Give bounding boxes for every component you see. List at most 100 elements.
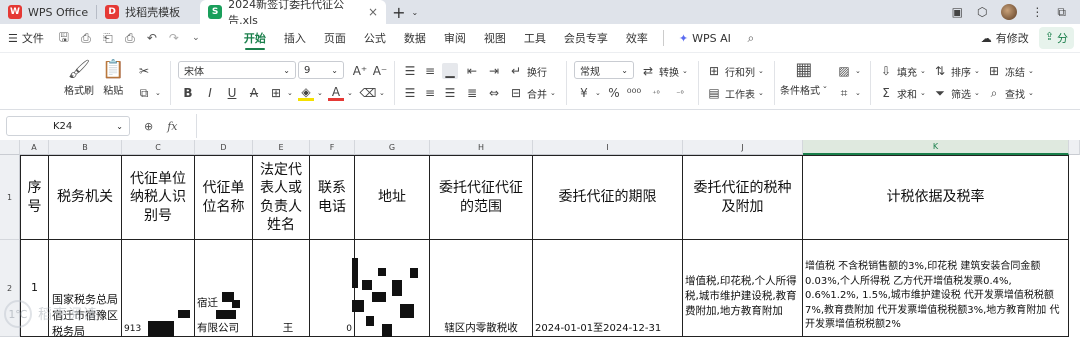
- bold-button[interactable]: B: [180, 85, 196, 101]
- menu-tab-efficiency[interactable]: 效率: [617, 24, 657, 52]
- sum-button[interactable]: Σ 求和 ⌄: [878, 85, 926, 101]
- more-icon[interactable]: ⋮: [1031, 5, 1043, 19]
- align-center-button[interactable]: ≡: [422, 85, 438, 101]
- column-header-e[interactable]: E: [253, 140, 310, 155]
- header-cell-taxpayer-id[interactable]: 代征单位纳税人识别号: [122, 155, 195, 240]
- data-cell-tax-types[interactable]: 增值税,印花税,个人所得税,城市维护建设税,教育费附加,地方教育附加: [683, 240, 803, 337]
- merge-button[interactable]: ⊟ 合并 ⌄: [508, 85, 556, 101]
- tab-spreadsheet-file[interactable]: S 2024新签订委托代征公告.xls ×: [200, 0, 387, 27]
- column-header-h[interactable]: H: [430, 140, 533, 155]
- align-right-button[interactable]: ☰: [442, 85, 458, 101]
- customize-chevron-icon[interactable]: ⌄: [185, 24, 207, 52]
- data-cell-basis[interactable]: 增值税 不含税销售额的3%,印花税 建筑安装合同金额0.03%,个人所得税 乙方…: [803, 240, 1069, 337]
- conditional-format-button[interactable]: ▦ 条件格式 ⌄: [780, 59, 828, 97]
- paste-button[interactable]: 📋 粘贴: [102, 59, 124, 97]
- distribute-button[interactable]: ⇔: [486, 85, 502, 101]
- increase-decimal-button[interactable]: ⁺⁰: [648, 85, 664, 101]
- align-middle-button[interactable]: ≡: [422, 63, 438, 79]
- strikethrough-button[interactable]: A: [246, 85, 262, 101]
- cut-button[interactable]: ✂: [136, 63, 152, 79]
- currency-button[interactable]: ¥ ⌄: [576, 85, 601, 101]
- menu-tab-formula[interactable]: 公式: [355, 24, 395, 52]
- header-cell-tax-office[interactable]: 税务机关: [49, 155, 122, 240]
- header-cell-period[interactable]: 委托代征的期限: [533, 155, 683, 240]
- formula-input[interactable]: [196, 114, 1080, 138]
- menu-tab-view[interactable]: 视图: [475, 24, 515, 52]
- print-icon[interactable]: ⎙: [119, 24, 141, 52]
- tab-wps-office[interactable]: W WPS Office: [0, 0, 96, 24]
- header-cell-scope[interactable]: 委托代征代征的范围: [430, 155, 533, 240]
- column-header-i[interactable]: I: [533, 140, 683, 155]
- cube-icon[interactable]: ⬡: [977, 5, 987, 19]
- wps-ai-button[interactable]: ✦ WPS AI: [670, 24, 740, 52]
- cell-style-button[interactable]: ▨ ⌄: [836, 63, 861, 79]
- justify-button[interactable]: ≣: [464, 85, 480, 101]
- header-cell-seq[interactable]: 序号: [20, 155, 49, 240]
- percent-button[interactable]: %: [606, 85, 622, 101]
- select-all-corner[interactable]: [0, 140, 20, 155]
- data-cell-unit-name[interactable]: 宿迁 有限公司: [195, 240, 253, 337]
- fill-color-button[interactable]: ◈ ⌄: [298, 85, 323, 101]
- fx-icon[interactable]: fx: [167, 120, 177, 133]
- menu-tab-page[interactable]: 页面: [315, 24, 355, 52]
- number-format-select[interactable]: 常规 ⌄: [574, 61, 634, 79]
- align-right-indent-button[interactable]: ⇥: [486, 63, 502, 79]
- share-button[interactable]: ⇪ 分: [1038, 27, 1074, 49]
- header-cell-unit-name[interactable]: 代征单位名称: [195, 155, 253, 240]
- fill-button[interactable]: ⇩ 填充 ⌄: [878, 63, 926, 79]
- column-header-f[interactable]: F: [310, 140, 355, 155]
- header-cell-basis[interactable]: 计税依据及税率: [803, 155, 1069, 240]
- align-top-button[interactable]: ☰: [402, 63, 418, 79]
- sort-button[interactable]: ⇅ 排序 ⌄: [932, 63, 980, 79]
- convert-button[interactable]: ⇄ 转换 ⌄: [640, 63, 688, 79]
- search-icon[interactable]: ⌕: [740, 24, 762, 52]
- header-cell-tax-types[interactable]: 委托代征的税种及附加: [683, 155, 803, 240]
- wrap-text-button[interactable]: ↵ 换行: [508, 63, 547, 79]
- align-left-indent-button[interactable]: ⇤: [464, 63, 480, 79]
- shrink-font-button[interactable]: A⁻: [372, 63, 388, 79]
- freeze-button[interactable]: ⊞ 冻结 ⌄: [986, 63, 1034, 79]
- clear-button[interactable]: ⌫ ⌄: [360, 85, 385, 101]
- decrease-decimal-button[interactable]: ⁻⁰: [672, 85, 688, 101]
- column-header-d[interactable]: D: [195, 140, 253, 155]
- data-cell-phone[interactable]: 0: [310, 240, 355, 337]
- close-tab-icon[interactable]: ×: [368, 5, 378, 19]
- header-cell-phone[interactable]: 联系电话: [310, 155, 355, 240]
- save-icon[interactable]: 🖫: [53, 24, 75, 52]
- italic-button[interactable]: I: [202, 85, 218, 101]
- layout-icon[interactable]: ▣: [952, 5, 963, 19]
- avatar[interactable]: [1001, 4, 1018, 20]
- find-button[interactable]: ⌕ 查找 ⌄: [986, 85, 1034, 101]
- file-menu[interactable]: ☰ 文件: [0, 24, 53, 52]
- has-changes-button[interactable]: ☁ 有修改: [981, 24, 1029, 52]
- name-box[interactable]: K24 ⌄: [6, 116, 130, 136]
- column-header-k[interactable]: K: [803, 140, 1069, 155]
- filter-button[interactable]: ⏷ 筛选 ⌄: [932, 85, 980, 101]
- font-color-button[interactable]: A ⌄: [328, 85, 353, 101]
- grow-font-button[interactable]: A⁺: [352, 63, 368, 79]
- menu-tab-start[interactable]: 开始: [235, 24, 275, 52]
- undo-icon[interactable]: ↶: [141, 24, 163, 52]
- tab-docer-templates[interactable]: D 找稻壳模板: [97, 0, 200, 24]
- data-cell-period[interactable]: 2024-01-01至2024-12-31: [533, 240, 683, 337]
- menu-tab-member[interactable]: 会员专享: [555, 24, 617, 52]
- column-header-j[interactable]: J: [683, 140, 803, 155]
- borders-button[interactable]: ⊞ ⌄: [268, 85, 293, 101]
- rows-cols-button[interactable]: ⊞ 行和列 ⌄: [706, 63, 764, 79]
- redo-icon[interactable]: ↷: [163, 24, 185, 52]
- font-name-select[interactable]: 宋体 ⌄: [178, 61, 296, 79]
- thousands-button[interactable]: ⁰⁰⁰: [626, 85, 642, 101]
- column-header-b[interactable]: B: [49, 140, 122, 155]
- header-cell-legal-rep[interactable]: 法定代表人或负责人姓名: [253, 155, 310, 240]
- column-header-a[interactable]: A: [20, 140, 49, 155]
- underline-button[interactable]: U: [224, 85, 240, 101]
- data-cell-scope[interactable]: 辖区内零散税收: [430, 240, 533, 337]
- print-preview-icon[interactable]: ⎗: [97, 24, 119, 52]
- menu-tab-data[interactable]: 数据: [395, 24, 435, 52]
- worksheet-button[interactable]: ▤ 工作表 ⌄: [706, 85, 764, 101]
- menu-tab-tools[interactable]: 工具: [515, 24, 555, 52]
- align-bottom-button[interactable]: ▁: [442, 63, 458, 79]
- table-style-button[interactable]: ⌗ ⌄: [836, 85, 861, 101]
- export-icon[interactable]: ⎙: [75, 24, 97, 52]
- font-size-select[interactable]: 9 ⌄: [298, 61, 344, 79]
